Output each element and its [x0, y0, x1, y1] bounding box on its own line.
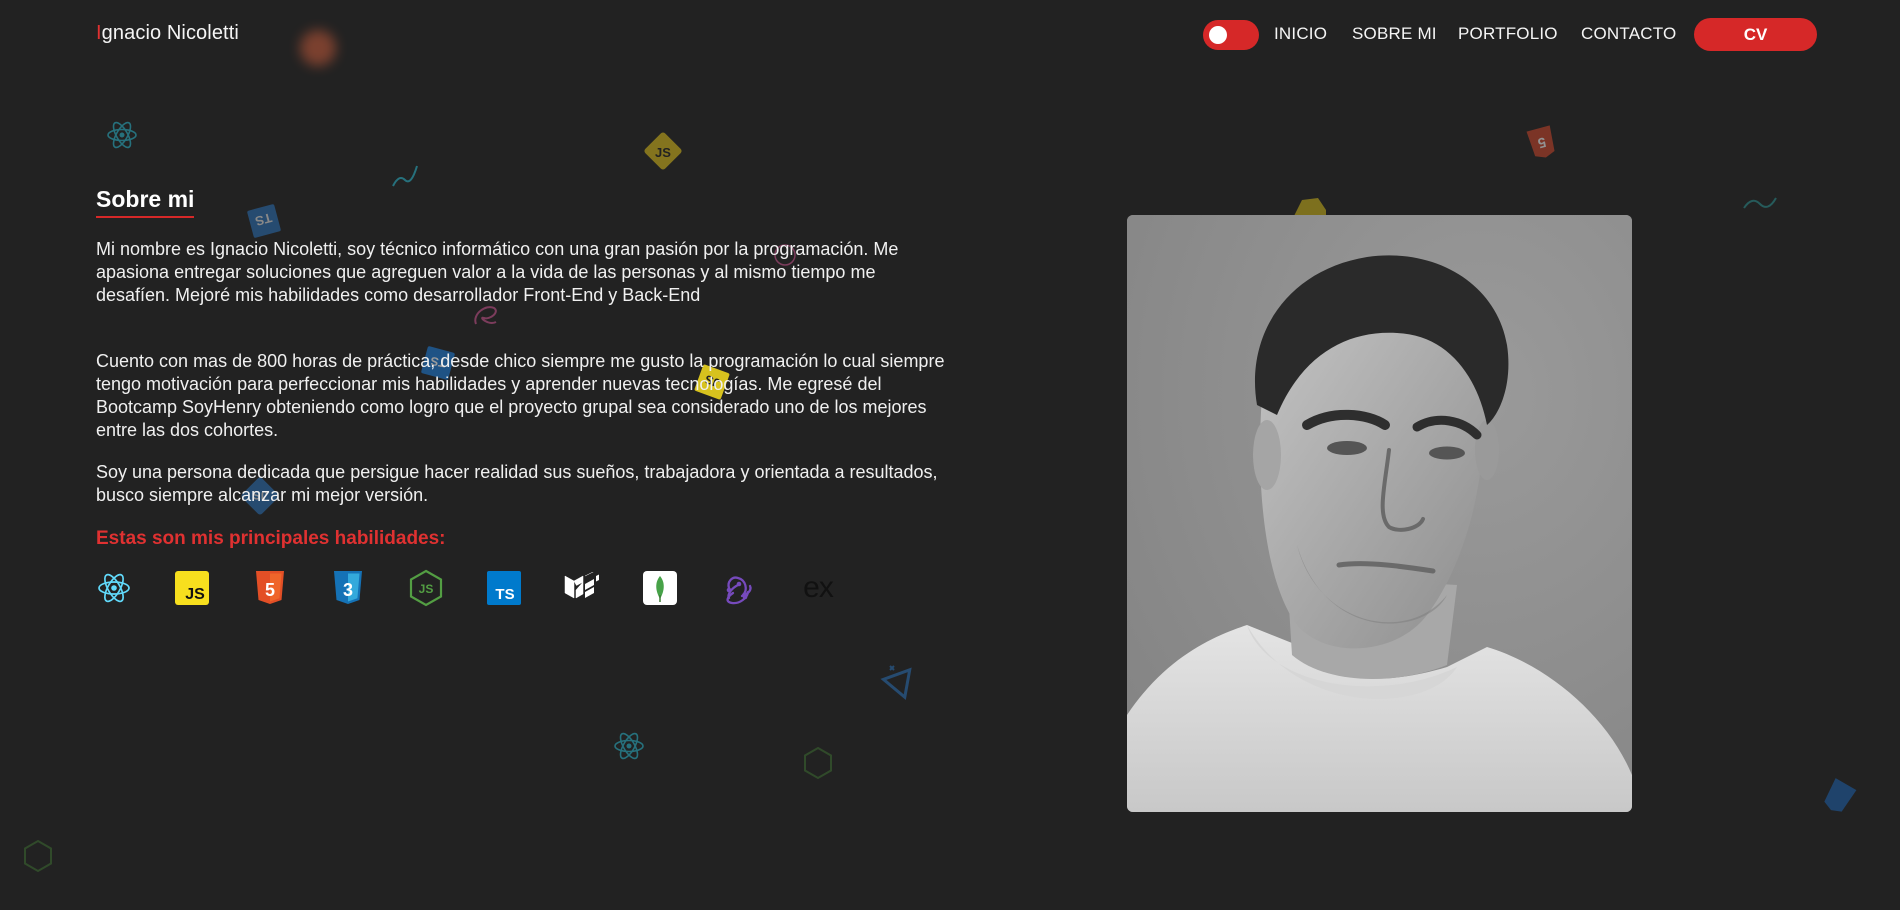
javascript-icon: JS — [174, 570, 210, 606]
bg-vite-icon — [880, 665, 912, 700]
bg-html5-icon: 5 — [1526, 125, 1555, 158]
about-paragraph-2: Cuento con mas de 800 horas de práctica,… — [96, 351, 945, 440]
skills-title: Estas son mis principales habilidades: — [96, 528, 446, 549]
svg-text:3: 3 — [343, 580, 353, 600]
svg-text:JS: JS — [419, 582, 434, 596]
section-title-sobre-mi: Sobre mi — [96, 186, 195, 218]
bg-javascript-icon — [1294, 198, 1326, 216]
bg-react-icon — [107, 121, 137, 149]
css3-icon: 3 — [330, 570, 366, 606]
svg-text:JS: JS — [185, 586, 205, 603]
toggle-knob — [1209, 26, 1227, 44]
theme-toggle[interactable] — [1203, 20, 1259, 50]
about-paragraph-1: Mi nombre es Ignacio Nicoletti, soy técn… — [96, 239, 899, 305]
nodejs-icon: JS — [408, 569, 444, 607]
svg-text:JS: JS — [655, 145, 671, 160]
html5-icon: 5 — [252, 570, 288, 606]
about-paragraph-3: Soy una persona dedicada que persigue ha… — [96, 462, 938, 505]
redux-icon — [720, 570, 756, 606]
react-icon — [96, 570, 132, 606]
brand-logo[interactable]: Ignacio Nicoletti — [96, 22, 239, 45]
nav-link-sobre-mi[interactable]: SOBRE MI — [1352, 24, 1437, 44]
nav-link-contacto[interactable]: CONTACTO — [1581, 24, 1676, 44]
typescript-icon: TS — [486, 570, 522, 606]
nav-link-inicio[interactable]: INICIO — [1274, 24, 1327, 44]
profile-photo — [1127, 215, 1632, 812]
nav-link-portfolio[interactable]: PORTFOLIO — [1458, 24, 1558, 44]
bg-css3-icon — [1824, 778, 1857, 812]
bg-nodejs-icon — [24, 839, 52, 873]
bg-tailwind-icon — [1743, 197, 1777, 209]
mongodb-icon — [642, 570, 678, 606]
bg-tailwind-icon — [392, 165, 418, 187]
bg-blur-icon — [300, 30, 336, 66]
cv-button[interactable]: CV — [1694, 18, 1817, 51]
bg-nodejs-icon — [804, 746, 832, 780]
brand-name: gnacio Nicoletti — [101, 22, 239, 44]
svg-text:TS: TS — [495, 586, 514, 603]
mui-icon — [564, 570, 600, 606]
bg-react-icon — [614, 732, 644, 760]
svg-text:5: 5 — [265, 580, 275, 600]
bg-typescript-icon: TS — [247, 204, 281, 238]
bg-javascript-icon: JS — [644, 132, 682, 170]
express-icon: ex — [803, 571, 834, 604]
